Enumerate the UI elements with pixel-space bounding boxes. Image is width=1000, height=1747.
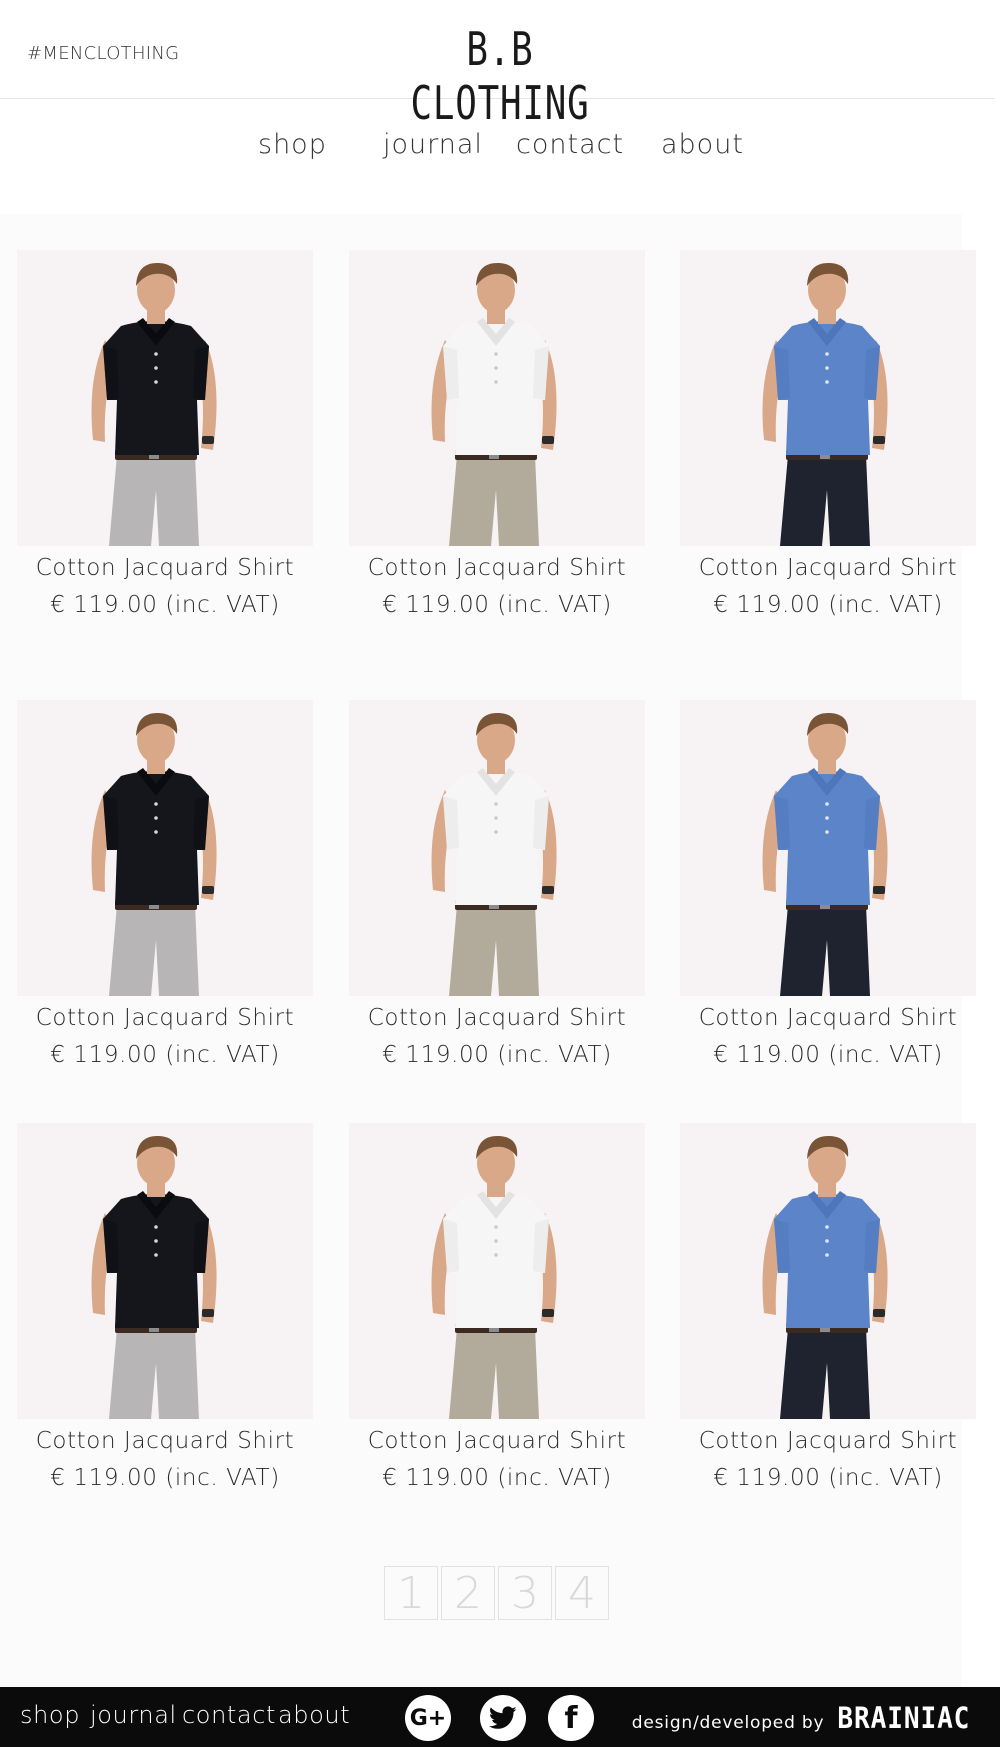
product-image[interactable]: [17, 250, 313, 546]
product-image[interactable]: [349, 700, 645, 996]
nav-item-shop[interactable]: shop: [258, 129, 327, 160]
product-name[interactable]: Cotton Jacquard Shirt: [329, 1428, 665, 1454]
product-image[interactable]: [680, 1123, 976, 1419]
facebook-glyph: f: [564, 1700, 578, 1736]
product-image[interactable]: [349, 250, 645, 546]
product-name[interactable]: Cotton Jacquard Shirt: [329, 1005, 665, 1031]
nav-item-contact[interactable]: contact: [516, 129, 624, 160]
product-name[interactable]: Cotton Jacquard Shirt: [0, 1005, 333, 1031]
product-image[interactable]: [17, 1123, 313, 1419]
product-image[interactable]: [349, 1123, 645, 1419]
product-price: € 119.00 (inc. VAT): [382, 1465, 612, 1491]
product-price: € 119.00 (inc. VAT): [382, 592, 612, 618]
page-button-3[interactable]: 3: [498, 1566, 552, 1620]
nav-item-journal[interactable]: journal: [383, 129, 483, 160]
page-button-1[interactable]: 1: [384, 1566, 438, 1620]
twitter-bird-icon: [489, 1706, 517, 1729]
google-plus-glyph: G+: [409, 1705, 447, 1731]
site-footer: shop journal contact about G+ f design/d…: [0, 1687, 1000, 1747]
footer-link-journal[interactable]: journal: [90, 1701, 177, 1729]
developer-credit[interactable]: design/developed by BRAINIAC: [632, 1701, 978, 1735]
page-button-4[interactable]: 4: [555, 1566, 609, 1620]
product-name[interactable]: Cotton Jacquard Shirt: [660, 1005, 996, 1031]
product-price: € 119.00 (inc. VAT): [50, 592, 280, 618]
twitter-icon[interactable]: [480, 1695, 526, 1741]
product-image[interactable]: [680, 250, 976, 546]
product-price: € 119.00 (inc. VAT): [50, 1042, 280, 1068]
main-nav: shop journal contact about: [0, 99, 995, 214]
credit-text: design/developed by: [631, 1713, 825, 1733]
footer-link-shop[interactable]: shop: [20, 1701, 80, 1729]
product-name[interactable]: Cotton Jacquard Shirt: [660, 1428, 996, 1454]
nav-item-about[interactable]: about: [661, 129, 744, 160]
credit-brand: BRAINIAC: [837, 1701, 971, 1735]
footer-link-about[interactable]: about: [278, 1701, 350, 1729]
google-plus-icon[interactable]: G+: [405, 1695, 451, 1741]
pagination: 1 2 3 4: [384, 1566, 609, 1620]
product-price: € 119.00 (inc. VAT): [382, 1042, 612, 1068]
product-name[interactable]: Cotton Jacquard Shirt: [329, 555, 665, 581]
page-button-2[interactable]: 2: [441, 1566, 495, 1620]
product-price: € 119.00 (inc. VAT): [713, 592, 943, 618]
product-price: € 119.00 (inc. VAT): [713, 1042, 943, 1068]
product-price: € 119.00 (inc. VAT): [713, 1465, 943, 1491]
product-price: € 119.00 (inc. VAT): [50, 1465, 280, 1491]
product-image[interactable]: [680, 700, 976, 996]
facebook-icon[interactable]: f: [548, 1695, 594, 1741]
product-name[interactable]: Cotton Jacquard Shirt: [0, 555, 333, 581]
product-name[interactable]: Cotton Jacquard Shirt: [660, 555, 996, 581]
product-image[interactable]: [17, 700, 313, 996]
site-header: #MENCLOTHING B.B CLOTHING: [0, 0, 995, 130]
footer-link-contact[interactable]: contact: [182, 1701, 276, 1729]
product-name[interactable]: Cotton Jacquard Shirt: [0, 1428, 333, 1454]
hashtag-label[interactable]: #MENCLOTHING: [27, 43, 179, 64]
